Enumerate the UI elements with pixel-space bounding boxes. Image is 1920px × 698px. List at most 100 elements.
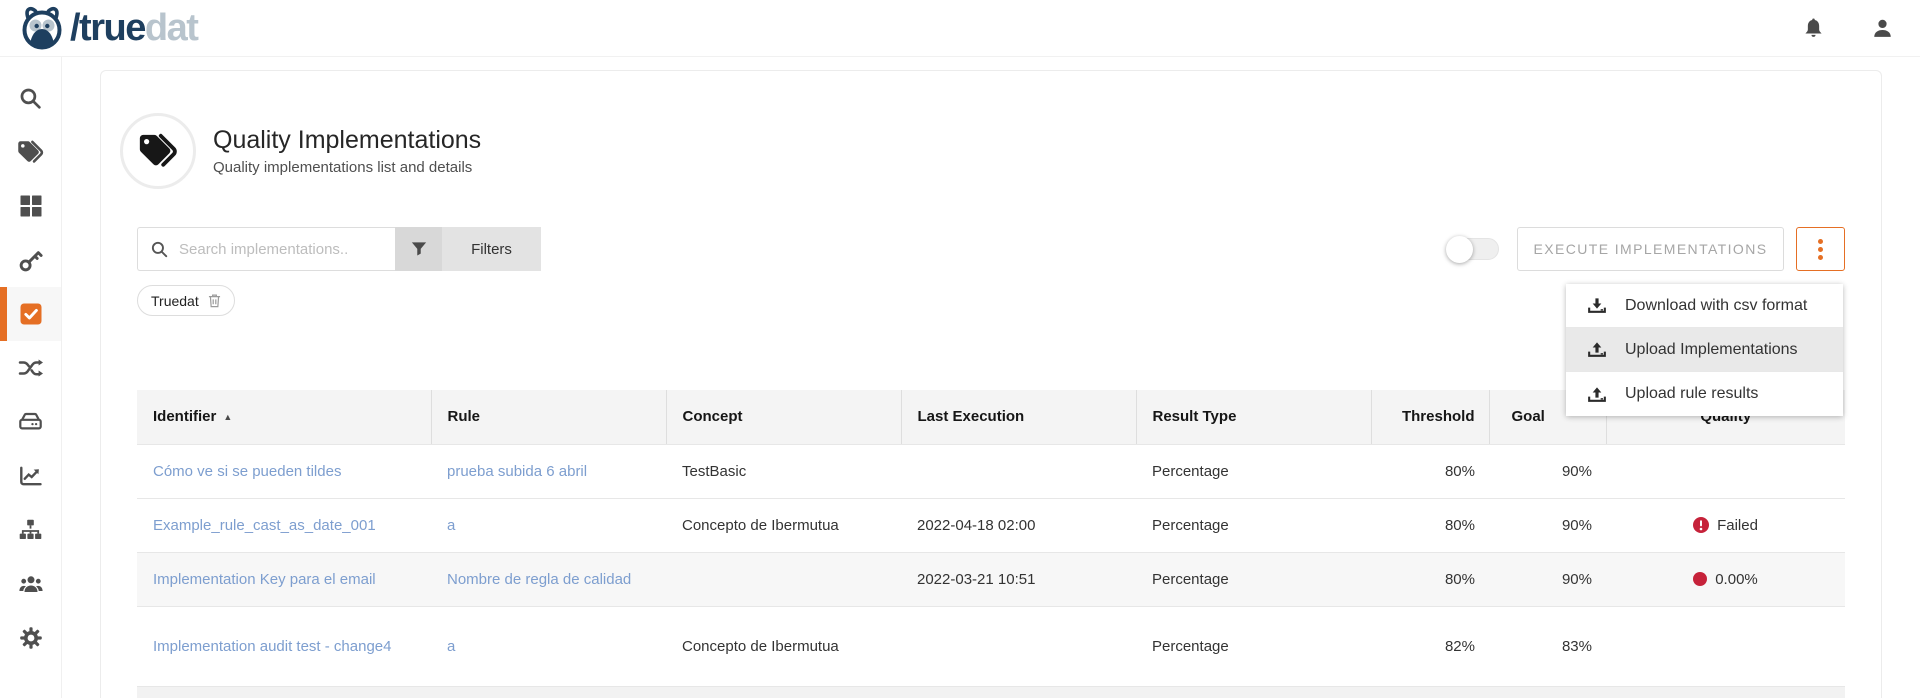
sidebar-item-grid[interactable] — [0, 179, 61, 233]
truedat-logo[interactable]: /truedat — [18, 5, 197, 51]
chart-line-icon — [18, 464, 43, 488]
page-header: Quality Implementations Quality implemen… — [120, 113, 481, 189]
menu-item-label: Upload Implementations — [1625, 341, 1798, 359]
top-navbar: /truedat — [0, 0, 1920, 57]
rule-link[interactable]: prueba subida 6 abril — [431, 444, 666, 498]
concept-cell: TestBasic — [666, 444, 901, 498]
filter-funnel-icon — [410, 240, 428, 258]
column-header-result-type[interactable]: Result Type — [1136, 390, 1371, 444]
upload-icon — [1587, 340, 1607, 359]
filter-chip-truedat[interactable]: Truedat — [137, 285, 235, 316]
sidebar-item-sitemap[interactable] — [0, 503, 61, 557]
sidebar-item-shuffle[interactable] — [0, 341, 61, 395]
users-icon — [18, 572, 44, 596]
trash-icon[interactable] — [208, 293, 221, 308]
wordmark: /truedat — [70, 9, 197, 47]
table-row: Example_rule_cast_as_date_001 a Concepto… — [137, 498, 1845, 552]
check-square-icon — [19, 302, 43, 326]
rule-link[interactable]: a — [431, 606, 666, 686]
result-type-cell: Percentage — [1136, 606, 1371, 686]
sort-asc-icon: ▲ — [223, 412, 232, 422]
sidebar-item-hdd[interactable] — [0, 395, 61, 449]
implementation-link[interactable]: Implementation Key para el email — [137, 552, 431, 606]
sidebar-item-tags[interactable] — [0, 125, 61, 179]
result-type-cell: Percentage — [1136, 552, 1371, 606]
toggle-knob — [1446, 236, 1473, 263]
filters-label: Filters — [471, 241, 512, 258]
quality-status-label: Failed — [1717, 515, 1758, 536]
wordmark-primary: /true — [70, 7, 145, 49]
implementations-table: Identifier▲ Rule Concept Last Execution … — [137, 390, 1845, 698]
goal-cell: 90% — [1489, 498, 1606, 552]
last-execution-cell — [901, 444, 1136, 498]
filters-button[interactable]: Filters — [442, 227, 541, 271]
column-header-identifier[interactable]: Identifier▲ — [137, 390, 431, 444]
result-type-cell: Percentage — [1136, 498, 1371, 552]
implementation-link[interactable]: Cómo ve si se pueden tildes — [137, 444, 431, 498]
implementation-link[interactable]: Example_rule_cast_as_date_001 — [137, 498, 431, 552]
column-header-threshold[interactable]: Threshold — [1371, 390, 1489, 444]
key-icon — [18, 248, 43, 273]
column-header-last-execution[interactable]: Last Execution — [901, 390, 1136, 444]
quality-status-label: 0.00% — [1715, 569, 1758, 590]
search-icon — [150, 240, 169, 259]
threshold-cell: 80% — [1371, 552, 1489, 606]
rule-link[interactable]: a — [431, 498, 666, 552]
last-execution-cell: 2022-03-21 10:51 — [901, 552, 1136, 606]
menu-item-download-csv[interactable]: Download with csv format — [1566, 284, 1843, 328]
menu-item-label: Download with csv format — [1625, 297, 1807, 315]
actions-dropdown-menu: Download with csv format Upload Implemen… — [1566, 284, 1843, 416]
sidebar-item-quality[interactable] — [0, 287, 61, 341]
execute-implementations-button[interactable]: EXECUTE IMPLEMENTATIONS — [1517, 227, 1784, 271]
kebab-dots-icon — [1818, 239, 1823, 260]
more-actions-kebab-button[interactable] — [1796, 227, 1845, 271]
goal-cell: 90% — [1489, 552, 1606, 606]
concept-cell: Concepto de Ibermutua — [666, 606, 901, 686]
page-subtitle: Quality implementations list and details — [213, 159, 481, 176]
column-header-rule[interactable]: Rule — [431, 390, 666, 444]
search-input[interactable] — [179, 241, 383, 258]
download-icon — [1587, 296, 1607, 315]
left-sidebar — [0, 57, 62, 698]
concept-cell: Concepto de Ibermutua — [666, 498, 901, 552]
search-box — [137, 227, 395, 271]
table-row-partial — [137, 686, 1845, 698]
sidebar-item-settings[interactable] — [0, 611, 61, 665]
rule-link[interactable]: Nombre de regla de calidad — [431, 552, 666, 606]
menu-item-upload-rule-results[interactable]: Upload rule results — [1566, 372, 1843, 416]
toolbar: Filters EXECUTE IMPLEMENTATIONS — [137, 227, 1845, 271]
bell-icon[interactable] — [1802, 17, 1825, 40]
last-execution-cell: 2022-04-18 02:00 — [901, 498, 1136, 552]
column-header-concept[interactable]: Concept — [666, 390, 901, 444]
sitemap-icon — [18, 518, 43, 542]
sidebar-item-users[interactable] — [0, 557, 61, 611]
goal-cell: 83% — [1489, 606, 1606, 686]
page-header-circle — [120, 113, 196, 189]
implementation-link[interactable]: Implementation audit test - change4 — [137, 606, 431, 686]
shuffle-icon — [18, 356, 44, 380]
concept-cell — [666, 552, 901, 606]
tags-icon — [17, 140, 44, 165]
user-icon[interactable] — [1871, 17, 1894, 40]
filter-icon-button[interactable] — [395, 227, 442, 271]
sidebar-item-search[interactable] — [0, 71, 61, 125]
sidebar-item-chart[interactable] — [0, 449, 61, 503]
execute-toggle[interactable] — [1447, 238, 1499, 260]
tags-icon — [138, 133, 178, 170]
table-row: Implementation Key para el email Nombre … — [137, 552, 1845, 606]
threshold-cell: 82% — [1371, 606, 1489, 686]
wordmark-secondary: dat — [145, 7, 198, 49]
table-row: Implementation audit test - change4 a Co… — [137, 606, 1845, 686]
grid-icon — [19, 194, 43, 218]
threshold-cell: 80% — [1371, 498, 1489, 552]
gear-icon — [19, 626, 43, 650]
quality-cell: 0.00% — [1606, 552, 1845, 606]
goal-cell: 90% — [1489, 444, 1606, 498]
failed-exclamation-icon — [1693, 517, 1709, 533]
upload-icon — [1587, 385, 1607, 404]
quality-cell: Failed — [1606, 498, 1845, 552]
search-icon — [18, 86, 43, 111]
menu-item-upload-implementations[interactable]: Upload Implementations — [1566, 328, 1843, 372]
sidebar-item-key[interactable] — [0, 233, 61, 287]
filter-chip-label: Truedat — [151, 293, 199, 309]
